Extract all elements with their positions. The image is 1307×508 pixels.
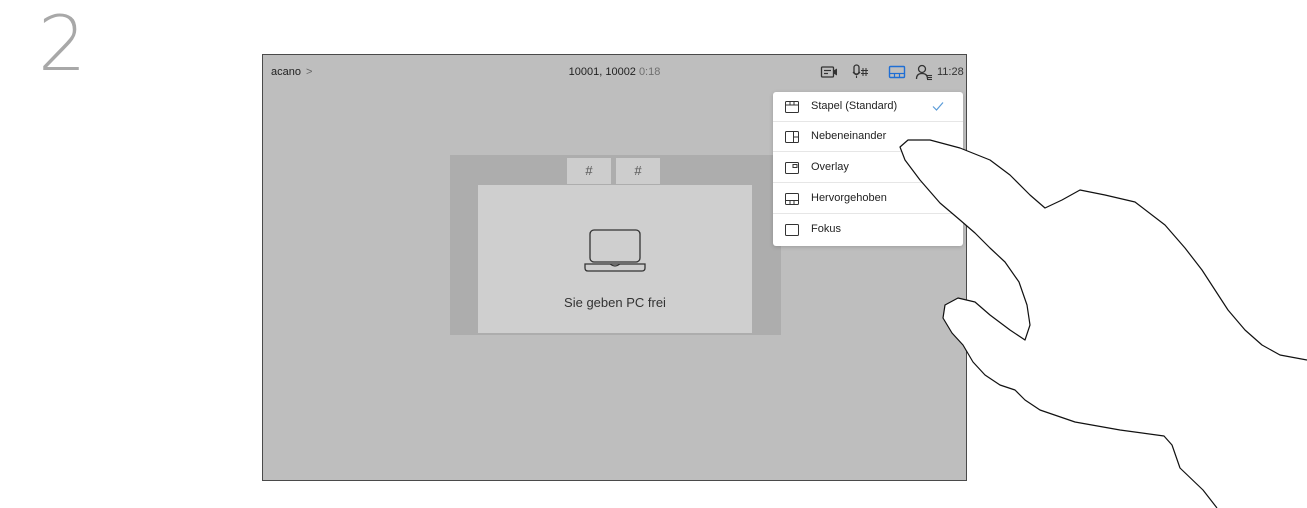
menu-item-label: Hervorgehoben — [811, 192, 887, 204]
laptop-icon — [584, 229, 646, 272]
presentation-area: # # Sie geben PC frei — [450, 155, 781, 335]
call-duration: 0:18 — [638, 66, 661, 78]
menu-item-overlay[interactable]: Overlay — [773, 153, 963, 183]
focus-layout-icon — [785, 224, 799, 236]
call-numbers: 10001, 10002 — [568, 66, 636, 78]
menu-item-side-by-side[interactable]: Nebeneinander — [773, 122, 963, 152]
menu-item-prominent[interactable]: Hervorgehoben — [773, 184, 963, 214]
self-view-icon[interactable] — [820, 63, 838, 81]
top-bar: acano > 10001, 10002 0:18 11:28 — [263, 55, 966, 91]
overlay-layout-icon — [785, 162, 799, 174]
side-by-side-layout-icon — [785, 131, 799, 143]
microphone-keypad-icon[interactable] — [852, 63, 870, 81]
menu-item-stack-default[interactable]: Stapel (Standard) — [773, 92, 963, 122]
stack-layout-icon — [785, 101, 799, 113]
menu-item-focus[interactable]: Fokus — [773, 215, 963, 245]
checkmark-icon — [932, 102, 944, 111]
participants-icon[interactable] — [915, 63, 933, 81]
menu-item-label: Stapel (Standard) — [811, 100, 898, 112]
share-panel: Sie geben PC frei — [478, 185, 752, 333]
menu-item-label: Overlay — [811, 161, 849, 173]
layout-icon[interactable] — [888, 63, 906, 81]
menu-item-label: Fokus — [811, 223, 841, 235]
touch-screen: acano > 10001, 10002 0:18 11:28 # # Sie … — [262, 54, 967, 481]
participant-tile-right: # — [616, 158, 660, 184]
clock: 11:28 — [937, 66, 964, 78]
step-number: 2 — [38, 0, 87, 88]
participant-tile-left: # — [567, 158, 611, 184]
prominent-layout-icon — [785, 193, 799, 205]
layout-menu: Stapel (Standard) Nebeneinander Overlay — [773, 92, 963, 246]
menu-item-label: Nebeneinander — [811, 130, 887, 142]
sharing-message: Sie geben PC frei — [564, 295, 666, 310]
